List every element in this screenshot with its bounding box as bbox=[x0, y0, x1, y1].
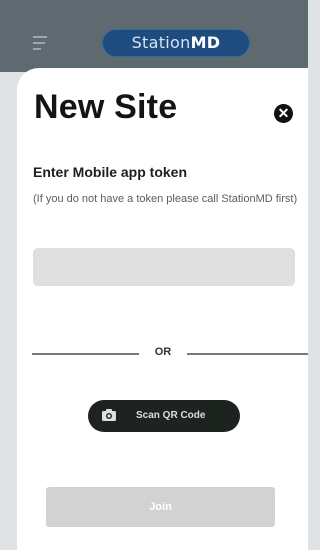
menu-icon-line bbox=[33, 48, 41, 50]
divider-left bbox=[32, 353, 139, 355]
token-heading: Enter Mobile app token bbox=[33, 164, 188, 180]
menu-icon[interactable] bbox=[33, 36, 49, 50]
menu-icon-line bbox=[33, 36, 47, 38]
brand-logo: StationMD bbox=[102, 29, 250, 57]
new-site-modal: New Site ✕ Enter Mobile app token (If yo… bbox=[17, 68, 308, 550]
token-note: (If you do not have a token please call … bbox=[33, 193, 298, 205]
brand-prefix: Station bbox=[131, 33, 191, 52]
scan-qr-code-label: Scan QR Code bbox=[136, 410, 206, 421]
token-input[interactable] bbox=[33, 248, 295, 286]
scan-qr-code-button[interactable]: Scan QR Code bbox=[88, 400, 240, 432]
brand-suffix: MD bbox=[190, 33, 221, 52]
new-site-screen: StationMD New Site ✕ Enter Mobile app to… bbox=[0, 0, 308, 550]
join-button[interactable]: Join bbox=[46, 487, 275, 527]
camera-icon bbox=[102, 409, 116, 421]
modal-title: New Site bbox=[34, 88, 178, 126]
or-label: OR bbox=[154, 346, 172, 358]
divider-right bbox=[187, 353, 308, 355]
app-bar: StationMD bbox=[0, 0, 308, 72]
menu-icon-line bbox=[33, 42, 45, 44]
close-icon[interactable]: ✕ bbox=[274, 104, 293, 123]
